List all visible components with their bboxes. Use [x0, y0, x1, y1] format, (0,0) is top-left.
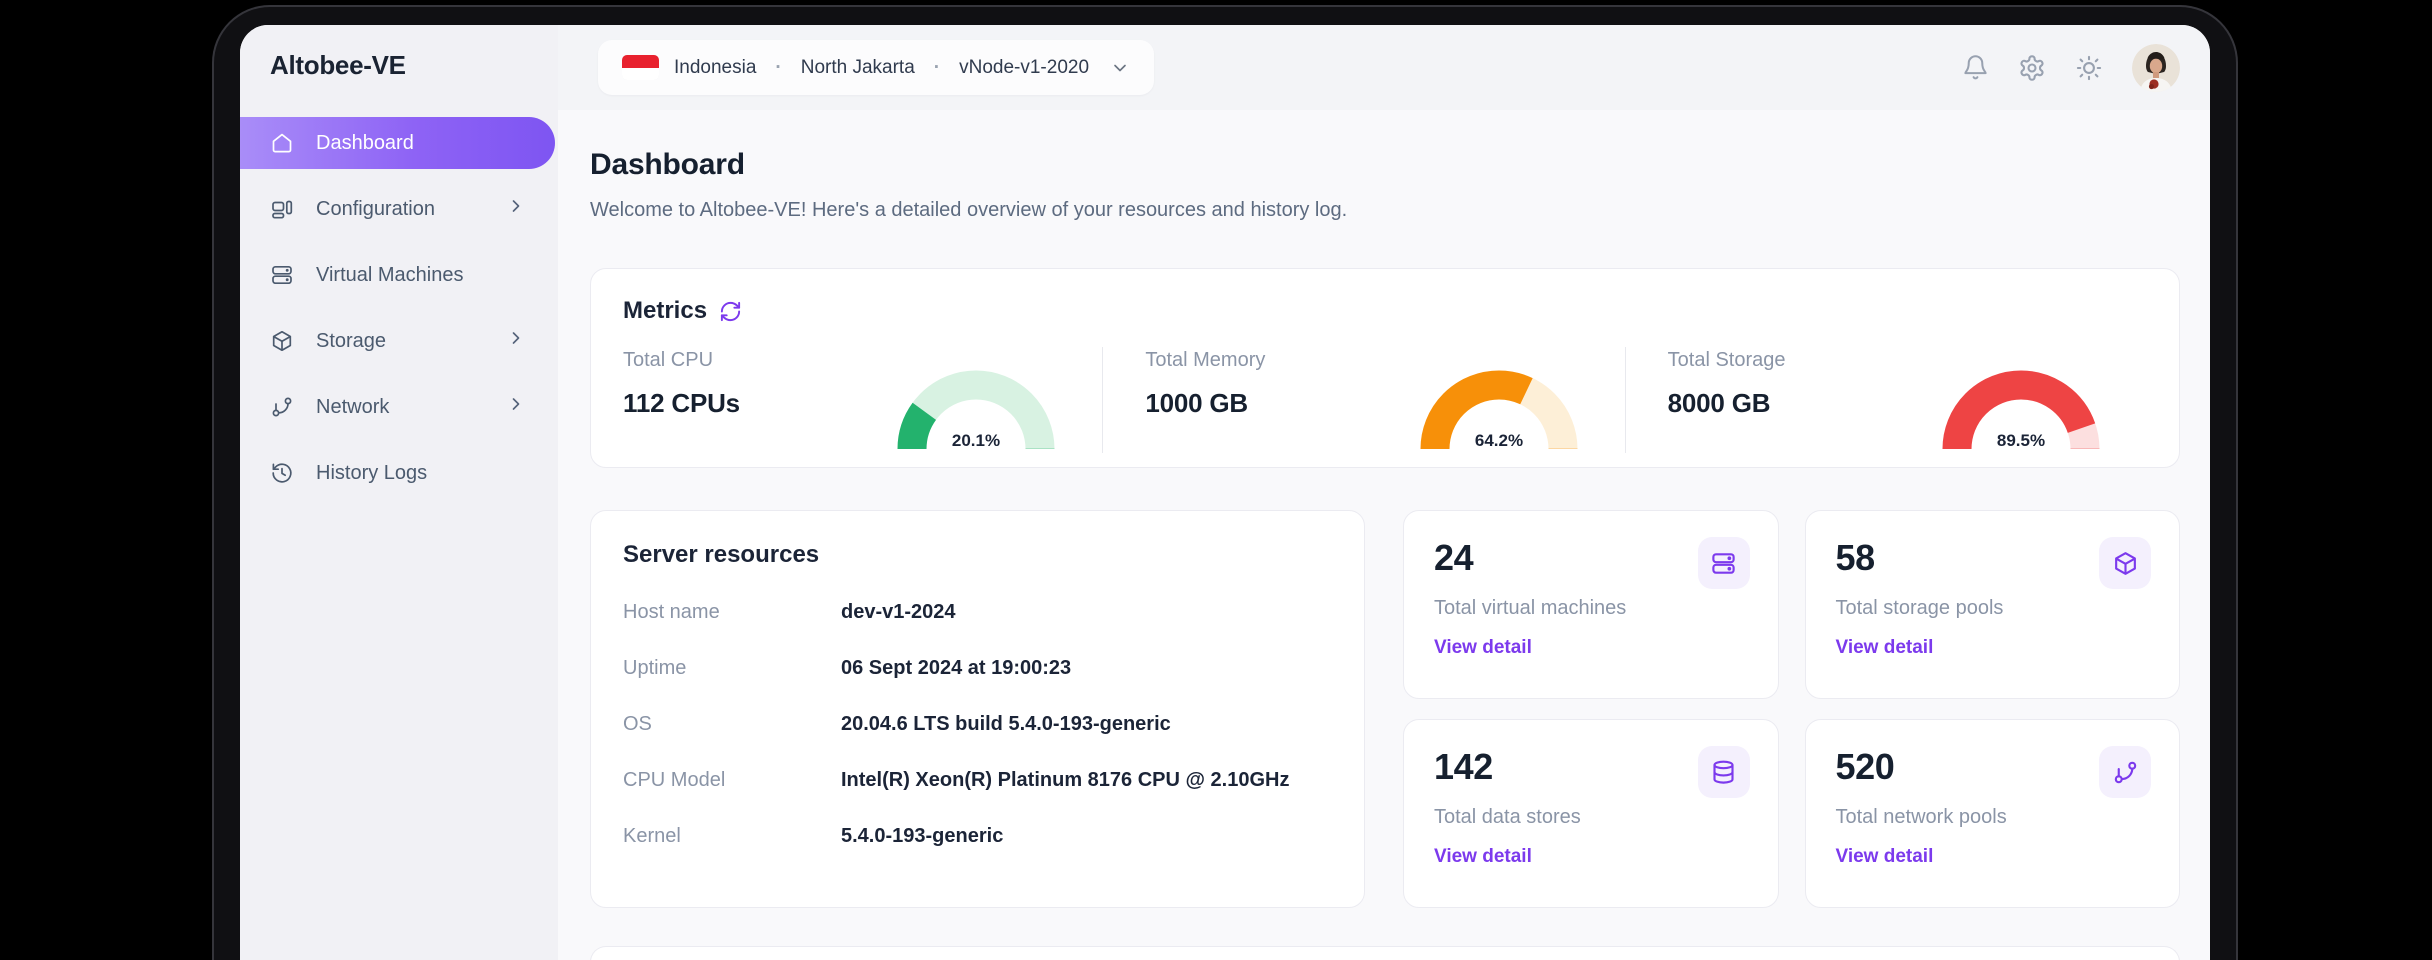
cpu-gauge: 20.1%	[897, 370, 1055, 450]
app-window: Altobee-VE Dashboard Configuration Virtu…	[240, 25, 2210, 960]
view-detail-link[interactable]: View detail	[1434, 637, 1532, 659]
sidebar-item-configuration[interactable]: Configuration	[240, 176, 558, 242]
sidebar-item-label: Storage	[316, 329, 387, 352]
main-area: Indonesia · North Jakarta · vNode-v1-202…	[558, 25, 2210, 960]
chevron-right-icon	[506, 394, 526, 420]
server-resources-card: Server resources Host name dev-v1-2024 U…	[590, 510, 1365, 908]
sidebar-item-virtual-machines[interactable]: Virtual Machines	[240, 242, 558, 308]
row-label: Uptime	[623, 657, 687, 679]
stat-card-virtual-machines: 24 Total virtual machines View detail	[1403, 510, 1779, 699]
indonesia-flag	[622, 55, 659, 80]
servers-icon	[270, 263, 294, 287]
metric-label: Total CPU	[623, 349, 714, 371]
location-node: vNode-v1-2020	[959, 56, 1090, 78]
sidebar-nav: Dashboard Configuration Virtual Machines…	[240, 117, 558, 506]
sidebar-item-label: Virtual Machines	[316, 263, 464, 286]
stat-card-network-pools: 520 Total network pools View detail	[1804, 719, 2180, 908]
location-selector[interactable]: Indonesia · North Jakarta · vNode-v1-202…	[598, 40, 1155, 95]
metric-value: 1000 GB	[1145, 388, 1248, 418]
gauge-percent: 89.5%	[1997, 431, 2045, 450]
cube-icon	[2099, 537, 2151, 589]
server-resources-title: Server resources	[623, 541, 820, 568]
stat-grid: 24 Total virtual machines View detail 58…	[1403, 510, 2180, 908]
device-frame: Altobee-VE Dashboard Configuration Virtu…	[212, 5, 2238, 960]
topbar-actions	[1962, 43, 2180, 92]
database-icon	[1697, 746, 1750, 798]
sidebar-item-network[interactable]: Network	[240, 374, 558, 440]
metrics-card: Metrics Total CPU 112 CPUs 20.1% Total M…	[590, 268, 2180, 468]
refresh-icon[interactable]	[719, 300, 742, 323]
row-label: OS	[623, 713, 652, 735]
history-icon	[270, 461, 294, 485]
sidebar-item-dashboard[interactable]: Dashboard	[240, 117, 555, 169]
git-branch-icon	[270, 395, 294, 419]
gauge-percent: 20.1%	[952, 431, 1000, 450]
stat-label: Total data stores	[1434, 806, 1581, 828]
metric-total-cpu: Total CPU 112 CPUs 20.1%	[623, 347, 1102, 453]
storage-gauge: 89.5%	[1942, 370, 2100, 450]
bell-icon[interactable]	[1962, 54, 1989, 81]
stat-card-data-stores: 142 Total data stores View detail	[1403, 719, 1779, 908]
view-detail-link[interactable]: View detail	[1434, 846, 1532, 868]
git-branch-icon	[2099, 746, 2151, 798]
page-subtitle: Welcome to Altobee-VE! Here's a detailed…	[590, 199, 1348, 221]
sidebar-item-label: History Logs	[316, 461, 428, 484]
row-label: Kernel	[623, 825, 681, 847]
server-row-uptime: Uptime 06 Sept 2024 at 19:00:23	[623, 657, 1332, 680]
metric-total-storage: Total Storage 8000 GB 89.5%	[1624, 347, 2147, 453]
server-row-os: OS 20.04.6 LTS build 5.4.0-193-generic	[623, 713, 1332, 736]
home-icon	[270, 131, 294, 155]
row-label: CPU Model	[623, 769, 726, 791]
configuration-icon	[270, 197, 294, 221]
page-title: Dashboard	[590, 148, 745, 181]
location-country: Indonesia	[674, 56, 757, 78]
metric-value: 112 CPUs	[623, 388, 740, 418]
cube-icon	[270, 329, 294, 353]
sidebar-item-label: Network	[316, 395, 390, 418]
metric-label: Total Memory	[1145, 349, 1266, 371]
history-log-card-partial	[590, 946, 2180, 960]
gauge-percent: 64.2%	[1475, 431, 1523, 450]
metric-value: 8000 GB	[1667, 388, 1771, 418]
app-logo: Altobee-VE	[270, 50, 406, 80]
location-separator: ·	[775, 56, 782, 78]
avatar[interactable]	[2132, 43, 2180, 92]
gear-icon[interactable]	[2018, 54, 2046, 82]
servers-icon	[1697, 537, 1750, 589]
view-detail-link[interactable]: View detail	[1836, 846, 1934, 868]
server-row-cpu-model: CPU Model Intel(R) Xeon(R) Platinum 8176…	[623, 769, 1332, 792]
chevron-right-icon	[506, 328, 526, 354]
stat-card-storage-pools: 58 Total storage pools View detail	[1804, 510, 2180, 699]
chevron-right-icon	[506, 196, 526, 222]
row-value: Intel(R) Xeon(R) Platinum 8176 CPU @ 2.1…	[841, 769, 1290, 791]
sidebar: Altobee-VE Dashboard Configuration Virtu…	[240, 25, 558, 960]
content: Dashboard Welcome to Altobee-VE! Here's …	[558, 110, 2210, 960]
row-value: 5.4.0-193-generic	[841, 825, 1004, 847]
sidebar-item-label: Dashboard	[316, 131, 414, 154]
location-region: North Jakarta	[800, 56, 915, 78]
metrics-row: Total CPU 112 CPUs 20.1% Total Memory 10…	[623, 347, 2147, 453]
view-detail-link[interactable]: View detail	[1836, 637, 1934, 659]
metric-label: Total Storage	[1667, 349, 1786, 371]
row-value: 06 Sept 2024 at 19:00:23	[841, 657, 1072, 679]
stat-label: Total network pools	[1835, 806, 2007, 828]
metrics-title: Metrics	[623, 297, 708, 324]
stat-label: Total virtual machines	[1434, 597, 1627, 619]
location-separator: ·	[933, 56, 941, 78]
topbar: Indonesia · North Jakarta · vNode-v1-202…	[558, 25, 2210, 110]
sidebar-item-history-logs[interactable]: History Logs	[240, 440, 558, 506]
row-label: Host name	[623, 601, 720, 623]
chevron-down-icon	[1110, 58, 1130, 78]
server-row-host-name: Host name dev-v1-2024	[623, 601, 1332, 624]
metric-total-memory: Total Memory 1000 GB 64.2%	[1102, 347, 1624, 453]
row-value: 20.04.6 LTS build 5.4.0-193-generic	[841, 713, 1171, 735]
sun-icon[interactable]	[2075, 54, 2103, 82]
memory-gauge: 64.2%	[1420, 370, 1578, 450]
row-value: dev-v1-2024	[841, 601, 956, 623]
sidebar-item-storage[interactable]: Storage	[240, 308, 558, 374]
sidebar-item-label: Configuration	[316, 197, 435, 220]
stat-label: Total storage pools	[1835, 597, 2004, 619]
server-row-kernel: Kernel 5.4.0-193-generic	[623, 825, 1332, 848]
